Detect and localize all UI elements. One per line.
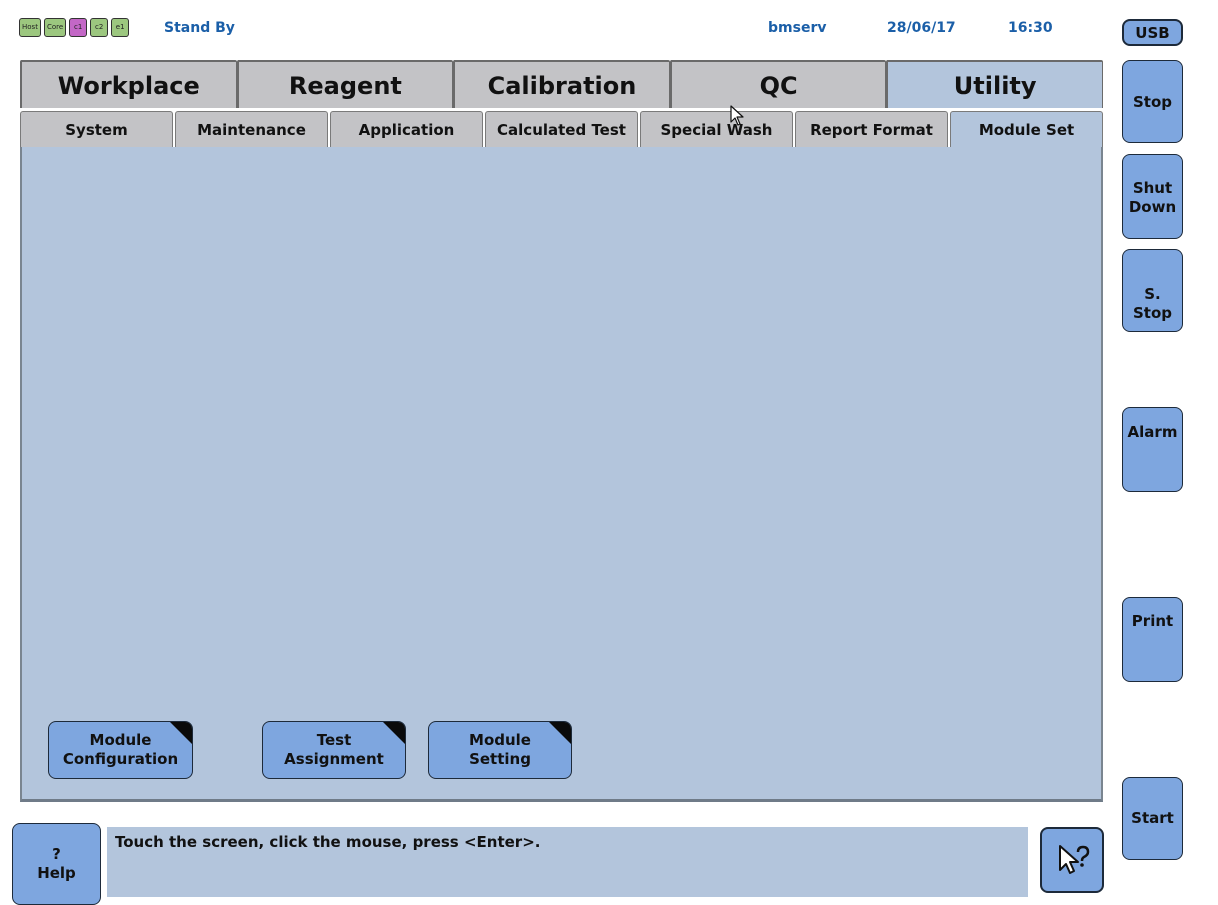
- indicator-e1: e1: [111, 18, 130, 37]
- s-stop-button[interactable]: S. Stop: [1122, 249, 1183, 332]
- status-indicators: Host Core c1 c2 e1: [19, 18, 130, 37]
- module-setting-label: Module Setting: [469, 731, 531, 768]
- start-button[interactable]: Start: [1122, 777, 1183, 860]
- subtab-calculated-test[interactable]: Calculated Test: [485, 111, 638, 147]
- user-name: bmserv: [768, 20, 827, 36]
- popup-corner-icon: [382, 722, 405, 745]
- content-panel: Module Configuration Test Assignment Mod…: [20, 147, 1103, 802]
- indicator-c1: c1: [69, 18, 88, 37]
- usb-button[interactable]: USB: [1122, 19, 1183, 46]
- help-button[interactable]: ? Help: [12, 823, 101, 905]
- help-symbol: ?: [52, 845, 61, 863]
- context-help-button[interactable]: [1040, 827, 1104, 893]
- module-configuration-button[interactable]: Module Configuration: [48, 721, 193, 779]
- time-display: 16:30: [1008, 20, 1053, 36]
- tab-qc[interactable]: QC: [669, 60, 887, 108]
- module-setting-button[interactable]: Module Setting: [428, 721, 572, 779]
- stop-button[interactable]: Stop: [1122, 60, 1183, 143]
- help-label: Help: [37, 864, 76, 882]
- subtab-module-set[interactable]: Module Set: [950, 111, 1103, 147]
- subtab-application[interactable]: Application: [330, 111, 483, 147]
- indicator-c2: c2: [90, 18, 109, 37]
- test-assignment-label: Test Assignment: [284, 731, 384, 768]
- message-area: Touch the screen, click the mouse, press…: [107, 827, 1028, 897]
- subtab-maintenance[interactable]: Maintenance: [175, 111, 328, 147]
- alarm-button[interactable]: Alarm: [1122, 407, 1183, 492]
- date-display: 28/06/17: [887, 20, 956, 36]
- subtab-report-format[interactable]: Report Format: [795, 111, 948, 147]
- subtab-special-wash[interactable]: Special Wash: [640, 111, 793, 147]
- main-tab-bar: Workplace Reagent Calibration QC Utility: [20, 60, 1103, 108]
- system-status: Stand By: [164, 20, 235, 36]
- tab-utility[interactable]: Utility: [886, 60, 1103, 108]
- tab-reagent[interactable]: Reagent: [236, 60, 454, 108]
- shut-down-button[interactable]: Shut Down: [1122, 154, 1183, 239]
- popup-corner-icon: [169, 722, 192, 745]
- test-assignment-button[interactable]: Test Assignment: [262, 721, 406, 779]
- module-configuration-label: Module Configuration: [62, 731, 179, 768]
- tab-calibration[interactable]: Calibration: [453, 60, 670, 108]
- pointer-question-icon: [1059, 845, 1090, 874]
- tab-workplace[interactable]: Workplace: [20, 60, 237, 108]
- sub-tab-bar: System Maintenance Application Calculate…: [20, 111, 1103, 147]
- popup-corner-icon: [548, 722, 571, 745]
- indicator-core: Core: [43, 18, 67, 37]
- mouse-cursor-icon: [730, 105, 744, 126]
- indicator-host: Host: [19, 18, 41, 37]
- subtab-system[interactable]: System: [20, 111, 173, 147]
- print-button[interactable]: Print: [1122, 597, 1183, 682]
